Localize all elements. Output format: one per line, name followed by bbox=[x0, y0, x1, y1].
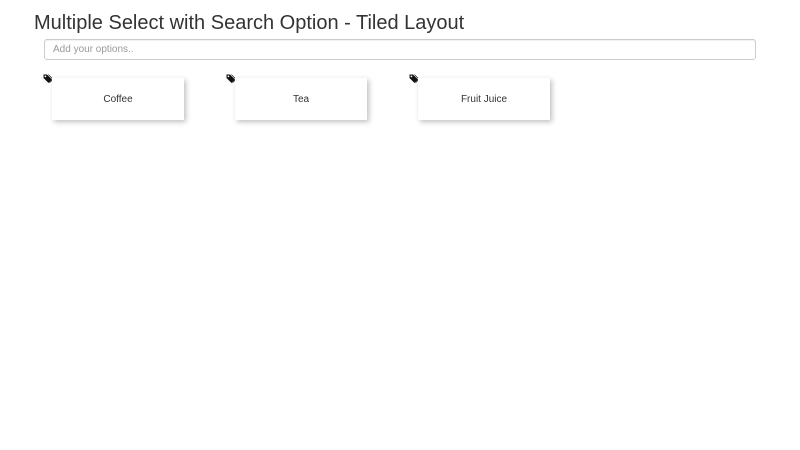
option-label: Tea bbox=[292, 93, 310, 105]
option-tile-tea[interactable]: Tea bbox=[235, 78, 367, 120]
option-label: Fruit Juice bbox=[460, 93, 508, 105]
option-tile-tea-wrap: Tea bbox=[226, 72, 376, 127]
option-tile-fruit-juice[interactable]: Fruit Juice bbox=[418, 78, 550, 120]
option-tile-coffee[interactable]: Coffee bbox=[52, 78, 184, 120]
options-search-input[interactable] bbox=[44, 39, 756, 60]
option-tile-fruit-juice-wrap: Fruit Juice bbox=[409, 72, 559, 127]
option-label: Coffee bbox=[103, 93, 133, 105]
page-title: Multiple Select with Search Option - Til… bbox=[34, 12, 465, 34]
page: Multiple Select with Search Option - Til… bbox=[0, 0, 800, 450]
option-tile-coffee-wrap: Coffee bbox=[43, 72, 193, 127]
